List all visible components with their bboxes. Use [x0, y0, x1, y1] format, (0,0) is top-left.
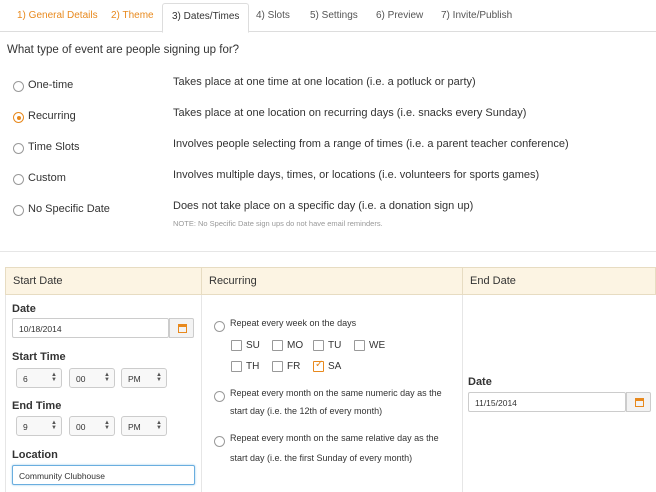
- event-type-desc: Involves people selecting from a range o…: [173, 138, 569, 150]
- event-type-question: What type of event are people signing up…: [7, 44, 240, 56]
- calendar-icon: [178, 324, 187, 333]
- repeat-weekly-label[interactable]: Repeat every week on the days: [230, 315, 356, 332]
- radio-no-specific-date[interactable]: [13, 205, 24, 216]
- event-type-desc: Does not take place on a specific day (i…: [173, 200, 474, 212]
- no-date-note: NOTE: No Specific Date sign ups do not h…: [173, 219, 383, 228]
- start-time-label: Start Time: [12, 351, 66, 363]
- select-arrows-icon: ▲ ▼: [156, 420, 162, 431]
- end-hour-value: 9: [23, 422, 28, 432]
- start-hour-value: 6: [23, 374, 28, 384]
- end-date-input[interactable]: 11/15/2014: [468, 392, 626, 412]
- event-type-desc: Takes place at one location on recurring…: [173, 107, 527, 119]
- select-arrows-icon: ▲ ▼: [51, 420, 57, 431]
- checkbox-su[interactable]: [231, 340, 242, 351]
- event-type-label[interactable]: Time Slots: [28, 141, 80, 153]
- checkbox-we[interactable]: [354, 340, 365, 351]
- start-minute-value: 00: [76, 374, 86, 384]
- start-date-header: Start Date: [5, 267, 202, 295]
- end-date-label: Date: [468, 376, 492, 388]
- day-label-th: TH: [246, 361, 260, 372]
- radio-repeat-monthly-relative[interactable]: [214, 436, 225, 447]
- location-input[interactable]: Community Clubhouse: [12, 465, 195, 485]
- recurring-header: Recurring: [201, 267, 463, 295]
- radio-time-slots[interactable]: [13, 143, 24, 154]
- radio-recurring[interactable]: [13, 112, 24, 123]
- event-type-desc: Involves multiple days, times, or locati…: [173, 169, 540, 181]
- section-divider: [0, 251, 656, 252]
- end-date-calendar-button[interactable]: [626, 392, 651, 412]
- end-ampm-value: PM: [128, 422, 141, 432]
- tab-theme[interactable]: 2) Theme: [111, 10, 154, 21]
- repeat-monthly-relative-example[interactable]: start day (i.e. the first Sunday of ever…: [230, 450, 412, 467]
- start-ampm-select[interactable]: PM ▲ ▼: [121, 368, 167, 388]
- start-ampm-value: PM: [128, 374, 141, 384]
- start-minute-select[interactable]: 00 ▲ ▼: [69, 368, 115, 388]
- step-tabs: 1) General Details 2) Theme 3) Dates/Tim…: [0, 0, 656, 33]
- start-date-input[interactable]: 10/18/2014: [12, 318, 169, 338]
- day-label-sa: SA: [328, 361, 342, 372]
- checkbox-fr[interactable]: [272, 361, 283, 372]
- repeat-monthly-relative-label[interactable]: Repeat every month on the same relative …: [230, 430, 439, 447]
- day-label-we: WE: [369, 340, 386, 351]
- event-type-label[interactable]: Custom: [28, 172, 66, 184]
- calendar-icon: [635, 398, 644, 407]
- end-date-header: End Date: [462, 267, 656, 295]
- start-hour-select[interactable]: 6 ▲ ▼: [16, 368, 62, 388]
- location-label: Location: [12, 449, 58, 461]
- select-arrows-icon: ▲ ▼: [156, 372, 162, 383]
- select-arrows-icon: ▲ ▼: [104, 420, 110, 431]
- day-label-mo: MO: [287, 340, 304, 351]
- radio-repeat-weekly[interactable]: [214, 321, 225, 332]
- end-ampm-select[interactable]: PM ▲ ▼: [121, 416, 167, 436]
- day-label-su: SU: [246, 340, 260, 351]
- checkbox-th[interactable]: [231, 361, 242, 372]
- day-label-tu: TU: [328, 340, 342, 351]
- start-date-label: Date: [12, 303, 36, 315]
- event-type-desc: Takes place at one time at one location …: [173, 76, 476, 88]
- checkbox-mo[interactable]: [272, 340, 283, 351]
- end-hour-select[interactable]: 9 ▲ ▼: [16, 416, 62, 436]
- select-arrows-icon: ▲ ▼: [104, 372, 110, 383]
- checkbox-sa[interactable]: [313, 359, 324, 372]
- day-label-fr: FR: [287, 361, 301, 372]
- repeat-monthly-numeric-example[interactable]: start day (i.e. the 12th of every month): [230, 403, 382, 420]
- event-type-label[interactable]: Recurring: [28, 110, 76, 122]
- select-arrows-icon: ▲ ▼: [51, 372, 57, 383]
- radio-one-time[interactable]: [13, 81, 24, 92]
- tab-preview[interactable]: 6) Preview: [376, 10, 423, 21]
- tab-general-details[interactable]: 1) General Details: [17, 10, 98, 21]
- event-type-label[interactable]: One-time: [28, 79, 73, 91]
- event-type-label[interactable]: No Specific Date: [28, 203, 110, 215]
- start-date-calendar-button[interactable]: [169, 318, 194, 338]
- radio-custom[interactable]: [13, 174, 24, 185]
- tab-invite-publish[interactable]: 7) Invite/Publish: [441, 10, 512, 21]
- tab-dates-times[interactable]: 3) Dates/Times: [162, 3, 250, 33]
- tab-slots[interactable]: 4) Slots: [256, 10, 290, 21]
- checkbox-tu[interactable]: [313, 340, 324, 351]
- radio-repeat-monthly-numeric[interactable]: [214, 391, 225, 402]
- end-minute-value: 00: [76, 422, 86, 432]
- repeat-monthly-numeric-label[interactable]: Repeat every month on the same numeric d…: [230, 385, 442, 402]
- end-time-label: End Time: [12, 400, 62, 412]
- tab-settings[interactable]: 5) Settings: [310, 10, 358, 21]
- end-minute-select[interactable]: 00 ▲ ▼: [69, 416, 115, 436]
